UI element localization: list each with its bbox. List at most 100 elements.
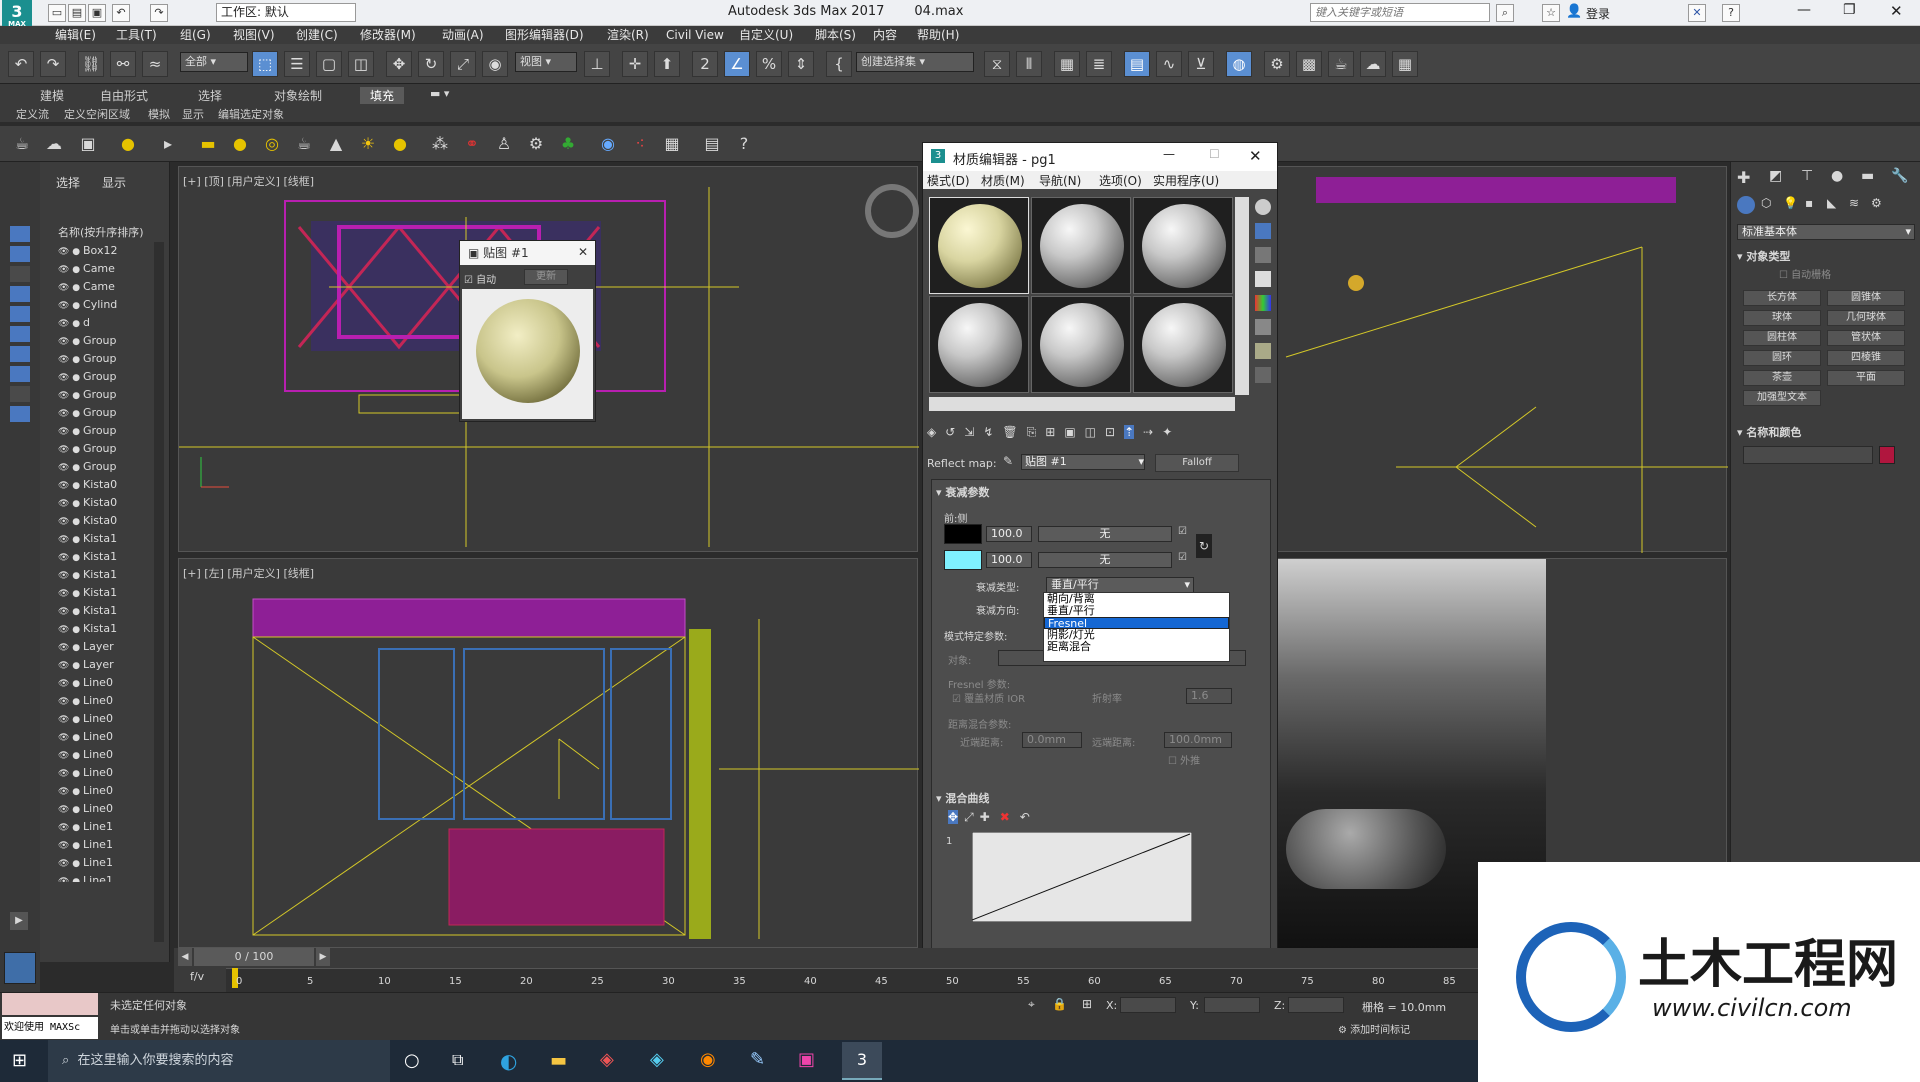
create-torus-button[interactable]: 圆环	[1743, 350, 1821, 366]
bind-spacewarp-icon[interactable]: ≈	[142, 51, 168, 77]
go-forward-icon[interactable]: ⇢	[1143, 425, 1153, 439]
get-material-icon[interactable]: ◈	[927, 425, 936, 439]
menu-edit[interactable]: 编辑(E)	[55, 27, 96, 43]
material-id-icon[interactable]: ▣	[1064, 425, 1075, 439]
move-icon[interactable]: ✥	[386, 51, 412, 77]
visibility-eye-icon[interactable]: 👁 ●	[58, 661, 83, 671]
scene-list-item[interactable]: 👁 ● Line1	[58, 818, 154, 836]
menu-animation[interactable]: 动画(A)	[442, 27, 484, 43]
scene-list-item[interactable]: 👁 ● Kista0	[58, 512, 154, 530]
override-ior-checkbox[interactable]: ☑ 覆盖材质 IOR	[952, 690, 1025, 705]
help-circle-icon[interactable]: ?	[732, 132, 756, 156]
render-setup-icon[interactable]: ⚙	[1264, 51, 1290, 77]
cloud-icon[interactable]: ☁	[42, 132, 66, 156]
pivot-icon[interactable]: ⊥	[584, 51, 610, 77]
scene-list-item[interactable]: 👁 ● Group	[58, 458, 154, 476]
visibility-eye-icon[interactable]: 👁 ●	[58, 733, 83, 743]
cortana-icon[interactable]: ○	[404, 1050, 420, 1071]
delete-icon[interactable]: 🗑	[1002, 425, 1017, 439]
make-unique-icon[interactable]: ⎘	[1027, 425, 1037, 439]
visibility-eye-icon[interactable]: 👁 ●	[58, 409, 83, 419]
scene-list-item[interactable]: 👁 ● Layer	[58, 638, 154, 656]
menu-help[interactable]: 帮助(H)	[917, 27, 959, 43]
material-slot-1[interactable]	[929, 197, 1029, 294]
make-preview-icon[interactable]	[1255, 319, 1271, 335]
utilities-tab-icon[interactable]: 🔧	[1891, 168, 1908, 184]
maxscript-listener[interactable]	[2, 993, 98, 1015]
visibility-eye-icon[interactable]: 👁 ●	[58, 319, 83, 329]
me-menu-options[interactable]: 选项(O)	[1099, 172, 1142, 189]
selection-filter-select[interactable]: 全部 ▾	[180, 52, 248, 72]
spinner-snap-icon[interactable]: ⇕	[788, 51, 814, 77]
create-tab-icon[interactable]: ✚	[1737, 168, 1750, 187]
ribbon-sub-define-idle[interactable]: 定义空闲区域	[64, 106, 130, 122]
expand-arrow-icon[interactable]: ▶	[10, 912, 28, 930]
app-icon-3[interactable]: ▣	[798, 1049, 815, 1070]
visibility-eye-icon[interactable]: 👁 ●	[58, 877, 83, 882]
minimize-button[interactable]: —	[1797, 2, 1811, 18]
ribbon-sub-define-flows[interactable]: 定义流	[16, 106, 49, 122]
display-tab-icon[interactable]: ▬	[1861, 168, 1874, 184]
side-map-button[interactable]: 无	[1038, 552, 1172, 568]
visibility-eye-icon[interactable]: 👁 ●	[58, 283, 83, 293]
visibility-eye-icon[interactable]: 👁 ●	[58, 715, 83, 725]
visibility-eye-icon[interactable]: 👁 ●	[58, 463, 83, 473]
create-textplus-button[interactable]: 加强型文本	[1743, 390, 1821, 406]
visibility-eye-icon[interactable]: 👁 ●	[58, 481, 83, 491]
create-geosphere-button[interactable]: 几何球体	[1827, 310, 1905, 326]
shapes-category-icon[interactable]: ⬡	[1761, 196, 1771, 210]
dropdown-option-distance-blend[interactable]: 距离混合	[1044, 641, 1229, 653]
scene-list-item[interactable]: 👁 ● Line0	[58, 782, 154, 800]
background-icon[interactable]	[1255, 247, 1271, 263]
visibility-eye-icon[interactable]: 👁 ●	[58, 643, 83, 653]
object-name-input[interactable]	[1743, 446, 1873, 464]
put-to-scene-icon[interactable]: ↺	[945, 425, 955, 439]
scene-list-item[interactable]: 👁 ● Line1	[58, 854, 154, 872]
scale-icon[interactable]: ⤢	[450, 51, 476, 77]
ribbon-toggle-icon[interactable]: ▤	[1124, 51, 1150, 77]
teapot-shape-icon[interactable]: ☕	[292, 132, 316, 156]
scene-list-item[interactable]: 👁 ● Line0	[58, 692, 154, 710]
scene-states-icon[interactable]: ▤	[700, 132, 724, 156]
named-selection-select[interactable]: 创建选择集 ▾	[856, 52, 974, 72]
scene-list-item[interactable]: 👁 ● Came	[58, 260, 154, 278]
spacewarps-category-icon[interactable]: ≋	[1849, 196, 1859, 210]
front-amount-spinner[interactable]: 100.0	[986, 526, 1032, 542]
near-distance-spinner[interactable]: 0.0mm	[1022, 732, 1082, 748]
filter-geometry-icon[interactable]	[10, 226, 30, 242]
rotate-icon[interactable]: ↻	[418, 51, 444, 77]
render-cloud-icon[interactable]: ▦	[1392, 51, 1418, 77]
systems-category-icon[interactable]: ⚙	[1871, 196, 1882, 210]
scene-scrollbar[interactable]	[154, 242, 164, 942]
visibility-eye-icon[interactable]: 👁 ●	[58, 535, 83, 545]
save-icon[interactable]: ▣	[88, 4, 106, 22]
render-production-icon[interactable]: ☕	[1328, 51, 1354, 77]
bulb-icon[interactable]: ●	[388, 132, 412, 156]
sun-icon[interactable]: ☀	[356, 132, 380, 156]
layer-explorer-icon[interactable]: ≣	[1086, 51, 1112, 77]
insert-point-icon[interactable]: ✚	[980, 810, 990, 824]
time-slider-next[interactable]: ▶	[316, 948, 330, 966]
mix-curve-graph[interactable]	[972, 832, 1192, 922]
side-color-swatch[interactable]	[944, 550, 982, 570]
pick-eyedropper-icon[interactable]: ✎	[1003, 454, 1013, 468]
show-shaded-icon[interactable]: ◫	[1085, 425, 1096, 439]
menu-civil-view[interactable]: Civil View	[666, 27, 724, 43]
falloff-rollout-title[interactable]: ▾ 衰减参数	[936, 484, 989, 500]
backlight-icon[interactable]	[1255, 223, 1271, 239]
character-icon[interactable]: ♙	[492, 132, 516, 156]
show-end-result-icon[interactable]: ⊡	[1105, 425, 1115, 439]
spheres-icon[interactable]: ⁖	[628, 132, 652, 156]
material-slot-3[interactable]	[1133, 197, 1233, 294]
scene-list-item[interactable]: 👁 ● Line0	[58, 674, 154, 692]
object-type-title[interactable]: ▾ 对象类型	[1737, 248, 1790, 264]
visibility-eye-icon[interactable]: 👁 ●	[58, 391, 83, 401]
scene-list-item[interactable]: 👁 ● Kista0	[58, 494, 154, 512]
scene-list-item[interactable]: 👁 ● Line0	[58, 746, 154, 764]
scene-explorer-icon[interactable]: ▦	[1054, 51, 1080, 77]
extrapolate-checkbox[interactable]: ☐ 外推	[1168, 752, 1200, 767]
menu-customize[interactable]: 自定义(U)	[739, 27, 793, 43]
map-name-field[interactable]: 贴图 #1 ▾	[1021, 454, 1145, 470]
box-icon[interactable]: ▬	[196, 132, 220, 156]
create-box-button[interactable]: 长方体	[1743, 290, 1821, 306]
